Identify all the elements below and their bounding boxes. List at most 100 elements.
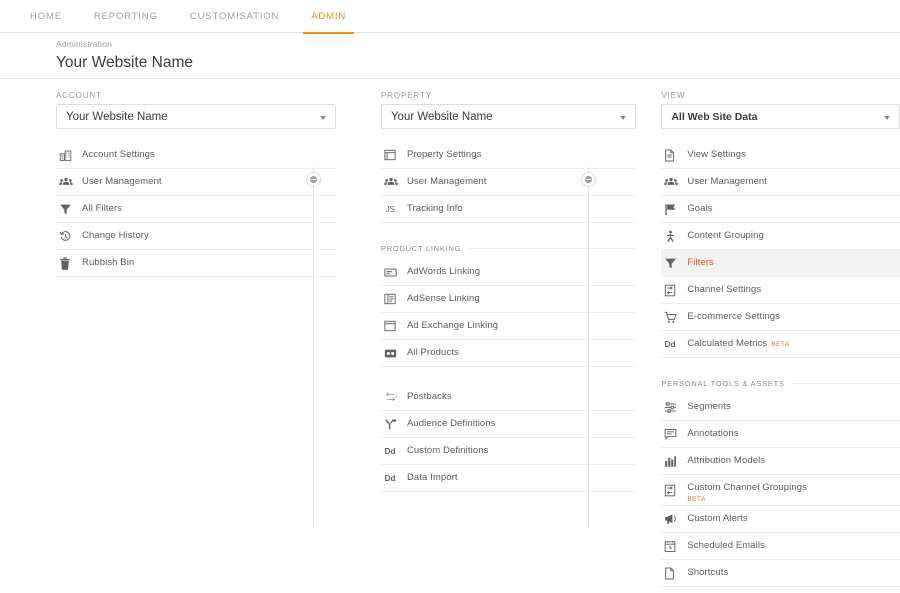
view-item-view-settings[interactable]: View Settings <box>661 142 900 169</box>
nav-tab-customisation[interactable]: CUSTOMISATION <box>174 0 295 33</box>
account-item-rubbish-bin[interactable]: Rubbish Bin <box>56 250 336 277</box>
document-icon <box>661 149 687 162</box>
account-item-all-filters[interactable]: All Filters <box>56 196 336 223</box>
account-item-user-management[interactable]: User Management <box>56 169 336 196</box>
account-column-label: ACCOUNT <box>56 91 102 100</box>
nav-tab-home[interactable]: HOME <box>14 0 78 33</box>
section-label: PRODUCT LINKING <box>380 243 462 253</box>
view-select[interactable]: All Web Site Data <box>661 104 900 129</box>
property-item-label: AdSense Linking <box>406 293 480 304</box>
property-item-label: Custom Definitions <box>406 445 489 456</box>
account-column: ACCOUNT Your Website Name Account Settin… <box>56 79 336 593</box>
property-item-property-settings[interactable]: Property Settings <box>380 142 637 169</box>
view-item-label: Annotations <box>687 428 739 439</box>
view-item-filters[interactable]: Filters <box>661 250 900 277</box>
nav-tab-admin[interactable]: ADMIN <box>295 0 362 34</box>
property-column-label: PROPERTY <box>380 91 433 100</box>
view-item-label: Scheduled Emails <box>687 540 765 551</box>
view-item-channel-settings[interactable]: Channel Settings <box>661 277 900 304</box>
account-item-change-history[interactable]: Change History <box>56 223 336 250</box>
megaphone-icon <box>661 513 687 525</box>
view-item-shortcuts[interactable]: Shortcuts <box>661 560 900 587</box>
page-header: Administration Your Website Name <box>0 33 900 79</box>
property-select-value: Your Website Name <box>390 110 493 123</box>
view-item-attribution-models[interactable]: Attribution Models <box>661 448 900 475</box>
property-item-label: All Products <box>406 347 459 358</box>
view-item-scheduled-emails[interactable]: Scheduled Emails <box>661 533 900 560</box>
view-item-user-management[interactable]: User Management <box>661 169 900 196</box>
view-item-content-grouping[interactable]: Content Grouping <box>661 223 900 250</box>
view-item-share-assets[interactable]: Share Assets <box>661 587 900 593</box>
dd-icon: Dd <box>381 445 407 457</box>
allproducts-icon <box>381 348 407 359</box>
view-item-label: Calculated Metrics <box>687 338 768 349</box>
people-icon <box>661 176 687 189</box>
account-menu: Account Settings User Management All Fil… <box>56 142 336 277</box>
account-item-label: Change History <box>82 230 149 241</box>
bars-icon <box>661 455 687 468</box>
view-select-value: All Web Site Data <box>671 110 758 123</box>
view-item-calculated-metrics[interactable]: Dd Calculated Metrics BETA <box>661 331 900 358</box>
property-view-connector <box>578 167 600 527</box>
property-item-label: AdWords Linking <box>406 266 481 277</box>
property-select[interactable]: Your Website Name <box>380 104 637 129</box>
account-item-account-settings[interactable]: Account Settings <box>56 142 336 169</box>
audience-icon <box>381 418 407 431</box>
view-item-goals[interactable]: Goals <box>661 196 900 223</box>
account-item-label: Rubbish Bin <box>82 257 135 268</box>
channel-icon <box>661 484 687 497</box>
segments-icon <box>661 401 687 414</box>
account-select[interactable]: Your Website Name <box>56 104 336 129</box>
section-divider <box>791 382 900 384</box>
chevron-down-icon <box>620 115 627 120</box>
people-icon <box>381 176 407 189</box>
view-item-label: Content Grouping <box>687 230 764 241</box>
view-column: VIEW All Web Site Data View Settings Use… <box>661 79 900 593</box>
view-column-label: VIEW <box>661 91 686 100</box>
cart-icon <box>661 311 687 324</box>
collapse-toggle-icon[interactable] <box>306 172 321 187</box>
contentgrouping-icon <box>661 230 687 243</box>
view-item-label: E-commerce Settings <box>687 311 781 322</box>
top-navigation: HOME REPORTING CUSTOMISATION ADMIN <box>0 0 900 34</box>
channel-icon <box>661 284 687 297</box>
view-item-custom-channel-groupings[interactable]: Custom Channel Groupings BETA <box>661 475 900 506</box>
view-item-label: Custom Alerts <box>687 513 748 524</box>
nav-tab-reporting[interactable]: REPORTING <box>78 0 174 33</box>
postbacks-icon <box>381 391 407 403</box>
property-item-label: Tracking Info <box>406 203 463 214</box>
beta-badge: BETA <box>771 340 790 348</box>
dd-icon: Dd <box>381 472 407 484</box>
property-item-label: User Management <box>406 176 487 187</box>
history-icon <box>56 230 82 243</box>
view-section-personal-tools: PERSONAL TOOLS & ASSETS <box>661 376 900 390</box>
view-item-segments[interactable]: Segments <box>661 394 900 421</box>
property-item-label: Postbacks <box>406 391 452 402</box>
view-item-ecommerce-settings[interactable]: E-commerce Settings <box>661 304 900 331</box>
view-item-annotations[interactable]: Annotations <box>661 421 900 448</box>
property-item-label: Data Import <box>406 472 458 483</box>
svg-text:Dd: Dd <box>384 446 395 456</box>
view-item-label: Custom Channel Groupings <box>687 482 807 493</box>
property-item-label: Audience Definitions <box>406 418 496 429</box>
dd-icon: Dd <box>661 338 687 350</box>
admin-page: HOME REPORTING CUSTOMISATION ADMIN Admin… <box>0 0 900 593</box>
flag-icon <box>661 203 687 216</box>
section-label: PERSONAL TOOLS & ASSETS <box>661 378 785 388</box>
property-item-label: Ad Exchange Linking <box>406 320 499 331</box>
account-property-connector <box>303 167 325 527</box>
collapse-toggle-icon[interactable] <box>581 172 596 187</box>
view-item-label: Attribution Models <box>687 455 766 466</box>
funnel-icon <box>56 203 82 216</box>
chevron-down-icon <box>319 115 326 120</box>
people-icon <box>56 176 82 189</box>
annotations-icon <box>661 428 687 440</box>
account-item-label: User Management <box>82 176 162 187</box>
adexchange-icon <box>381 320 407 332</box>
page-title: Your Website Name <box>56 54 193 71</box>
chevron-down-icon <box>884 115 890 120</box>
account-item-label: All Filters <box>82 203 123 214</box>
view-item-custom-alerts[interactable]: Custom Alerts <box>661 506 900 533</box>
view-item-label: Segments <box>687 401 731 412</box>
beta-badge: BETA <box>687 496 706 503</box>
